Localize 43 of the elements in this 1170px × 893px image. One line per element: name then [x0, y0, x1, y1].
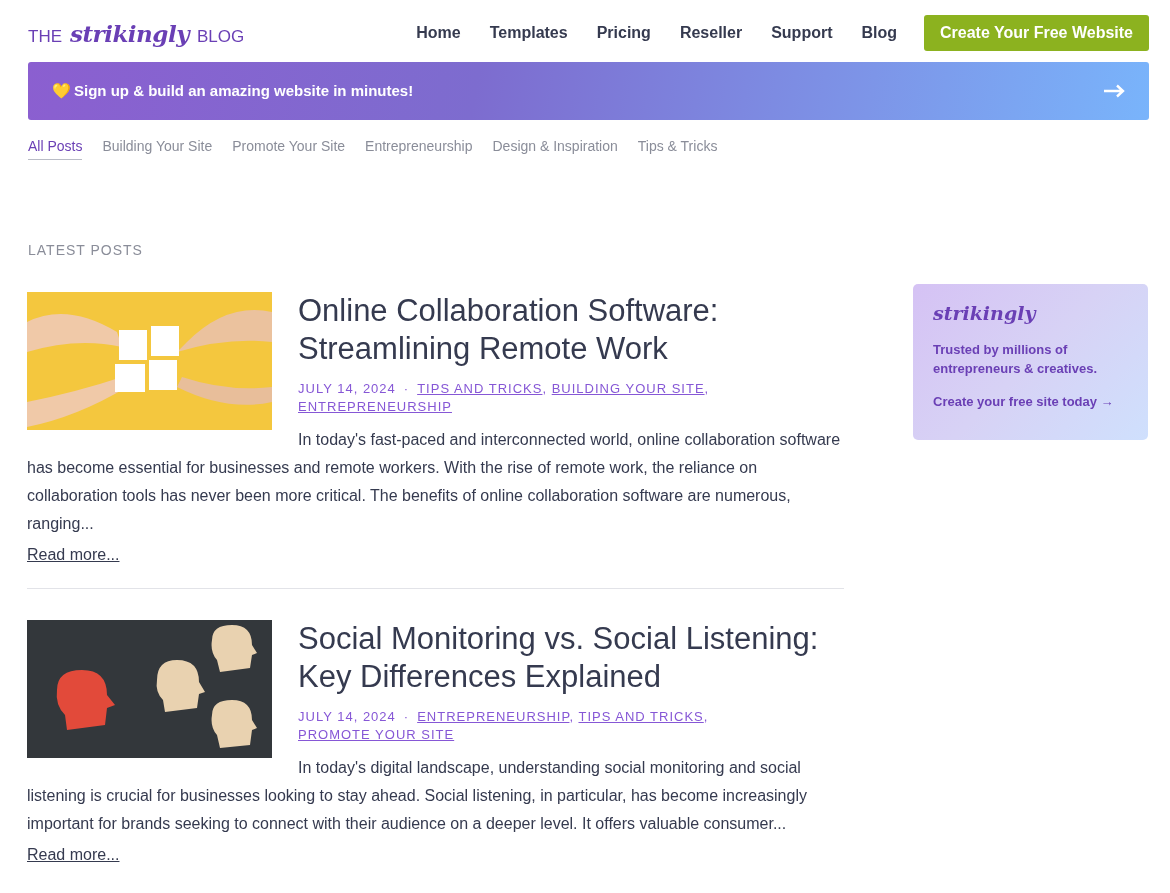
heart-emoji: 💛 [52, 82, 71, 100]
comma: , [704, 381, 710, 396]
nav-link[interactable]: Pricing [596, 24, 651, 42]
create-site-link[interactable]: Create your free site today → [933, 394, 1128, 409]
category-tab[interactable]: Promote Your Site [232, 138, 346, 160]
logo-wordmark: strikingly [70, 19, 189, 47]
category-tab[interactable]: Tips & Tricks [637, 138, 718, 160]
category-link[interactable]: ENTREPRENEURSHIP [417, 709, 570, 724]
category-link[interactable]: ENTREPRENEURSHIP [298, 399, 452, 414]
banner-text: Sign up & build an amazing website in minutes! [74, 82, 414, 100]
section-heading: LATEST POSTS [28, 242, 144, 258]
logo-suffix: BLOG [197, 26, 245, 47]
post-excerpt: In today's fast-paced and interconnected world, online collaboration software has become essential for businesses and remote workers. With the rise of remote work, the reliance on collaboration tools has never been more critical. The benefits of online collaboration software are numerous, ranging... [27, 430, 842, 534]
signup-banner[interactable]: 💛 Sign up & build an amazing website in minutes! [28, 62, 1149, 120]
nav-link[interactable]: Blog [861, 24, 898, 42]
logo-prefix: THE [28, 26, 62, 47]
category-tab[interactable]: Design & Inspiration [492, 138, 618, 160]
post-date: JULY 14, 2024 [298, 381, 396, 396]
category-tab[interactable]: All Posts [28, 138, 83, 160]
separator-dot: · [403, 709, 410, 724]
nav-link[interactable]: Reseller [679, 24, 743, 42]
comma: , [569, 709, 575, 724]
nav-link[interactable]: Home [416, 24, 461, 42]
separator-dot: · [403, 381, 410, 396]
category-link[interactable]: PROMOTE YOUR SITE [298, 727, 455, 742]
read-more-link[interactable]: Read more... [27, 546, 120, 563]
nav-link[interactable]: Templates [489, 24, 568, 42]
card-logo: strikingly [933, 302, 1038, 324]
post-title[interactable]: Social Monitoring vs. Social Listening: Key Differences Explained [27, 620, 844, 696]
arrow-right-icon [1103, 84, 1125, 98]
card-tagline: Trusted by millions of entrepreneurs & creatives. [933, 341, 1099, 378]
category-tab[interactable]: Entrepreneurship [365, 138, 473, 160]
category-tab[interactable]: Building Your Site [102, 138, 213, 160]
post-title[interactable]: Online Collaboration Software: Streamlining Remote Work [27, 292, 844, 368]
post-excerpt: In today's digital landscape, understanding social monitoring and social listening is crucial for businesses looking to stay ahead. Social listening, in particular, has become increasingly important for brands seeking to connect with their audience on a deeper level. It offers valuable consumer... [27, 758, 808, 834]
comma: , [703, 709, 709, 724]
post-date: JULY 14, 2024 [298, 709, 396, 724]
read-more-link[interactable]: Read more... [27, 846, 120, 863]
category-link[interactable]: TIPS AND TRICKS [417, 381, 543, 396]
category-link[interactable]: BUILDING YOUR SITE [551, 381, 705, 396]
comma: , [542, 381, 548, 396]
nav-link[interactable]: Support [771, 24, 833, 42]
category-link[interactable]: TIPS AND TRICKS [578, 709, 704, 724]
